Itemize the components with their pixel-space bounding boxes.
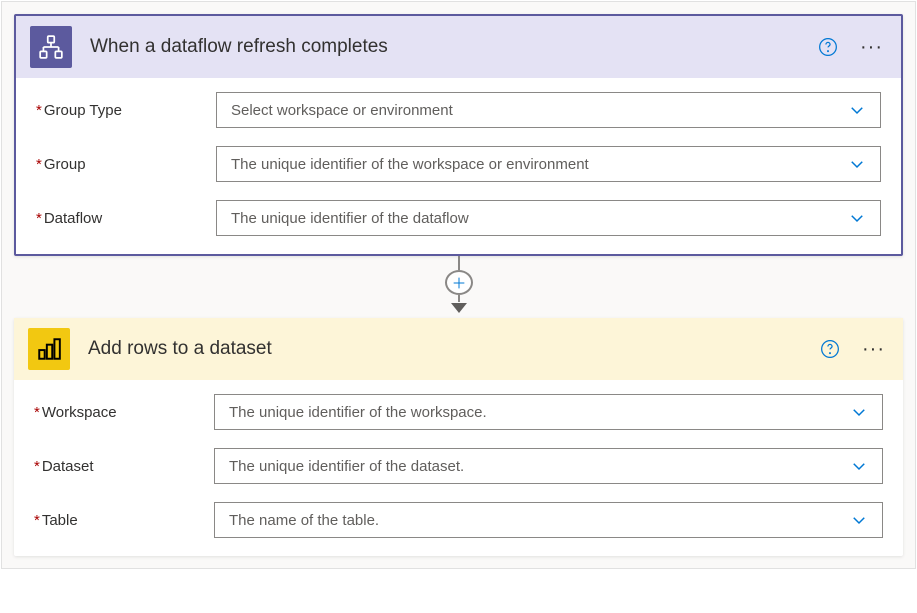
connector: [14, 256, 903, 318]
label-table: *Table: [34, 512, 214, 529]
action-body: *Workspace The unique identifier of the …: [14, 380, 903, 556]
label-text: Dataflow: [44, 210, 102, 227]
help-icon[interactable]: [820, 339, 840, 359]
label-workspace: *Workspace: [34, 404, 214, 421]
select-dataflow[interactable]: The unique identifier of the dataflow: [216, 200, 881, 236]
chevron-down-icon: [848, 209, 866, 227]
label-text: Workspace: [42, 404, 117, 421]
dataflow-icon: [30, 26, 72, 68]
select-placeholder: The unique identifier of the dataset.: [229, 458, 850, 475]
chevron-down-icon: [850, 403, 868, 421]
trigger-header-controls: ···: [818, 36, 887, 59]
label-group-type: *Group Type: [36, 102, 216, 119]
trigger-card: When a dataflow refresh completes ··· *G…: [14, 14, 903, 256]
form-row-dataset: *Dataset The unique identifier of the da…: [34, 448, 883, 484]
form-row-dataflow: *Dataflow The unique identifier of the d…: [36, 200, 881, 236]
form-row-group: *Group The unique identifier of the work…: [36, 146, 881, 182]
trigger-header[interactable]: When a dataflow refresh completes ···: [16, 16, 901, 78]
chevron-down-icon: [850, 511, 868, 529]
connector-line: [458, 256, 460, 270]
select-workspace[interactable]: The unique identifier of the workspace.: [214, 394, 883, 430]
help-icon[interactable]: [818, 37, 838, 57]
more-icon[interactable]: ···: [856, 36, 887, 59]
select-placeholder: The name of the table.: [229, 512, 850, 529]
action-card: Add rows to a dataset ··· *Workspace The…: [14, 318, 903, 556]
action-title: Add rows to a dataset: [88, 338, 802, 360]
chevron-down-icon: [850, 457, 868, 475]
label-text: Table: [42, 512, 78, 529]
select-placeholder: Select workspace or environment: [231, 102, 848, 119]
label-dataflow: *Dataflow: [36, 210, 216, 227]
action-header[interactable]: Add rows to a dataset ···: [14, 318, 903, 380]
select-placeholder: The unique identifier of the workspace o…: [231, 156, 848, 173]
label-text: Dataset: [42, 458, 94, 475]
select-dataset[interactable]: The unique identifier of the dataset.: [214, 448, 883, 484]
chevron-down-icon: [848, 155, 866, 173]
label-dataset: *Dataset: [34, 458, 214, 475]
trigger-body: *Group Type Select workspace or environm…: [16, 78, 901, 254]
select-group[interactable]: The unique identifier of the workspace o…: [216, 146, 881, 182]
label-group: *Group: [36, 156, 216, 173]
trigger-title: When a dataflow refresh completes: [90, 36, 800, 58]
select-placeholder: The unique identifier of the dataflow: [231, 210, 848, 227]
flow-designer: When a dataflow refresh completes ··· *G…: [1, 1, 916, 569]
label-text: Group: [44, 156, 86, 173]
form-row-table: *Table The name of the table.: [34, 502, 883, 538]
action-header-controls: ···: [820, 338, 889, 361]
select-placeholder: The unique identifier of the workspace.: [229, 404, 850, 421]
arrow-down-icon: [451, 300, 467, 318]
form-row-workspace: *Workspace The unique identifier of the …: [34, 394, 883, 430]
select-group-type[interactable]: Select workspace or environment: [216, 92, 881, 128]
select-table[interactable]: The name of the table.: [214, 502, 883, 538]
more-icon[interactable]: ···: [858, 338, 889, 361]
chevron-down-icon: [848, 101, 866, 119]
label-text: Group Type: [44, 102, 122, 119]
powerbi-icon: [28, 328, 70, 370]
form-row-group-type: *Group Type Select workspace or environm…: [36, 92, 881, 128]
add-step-button[interactable]: [445, 270, 473, 295]
